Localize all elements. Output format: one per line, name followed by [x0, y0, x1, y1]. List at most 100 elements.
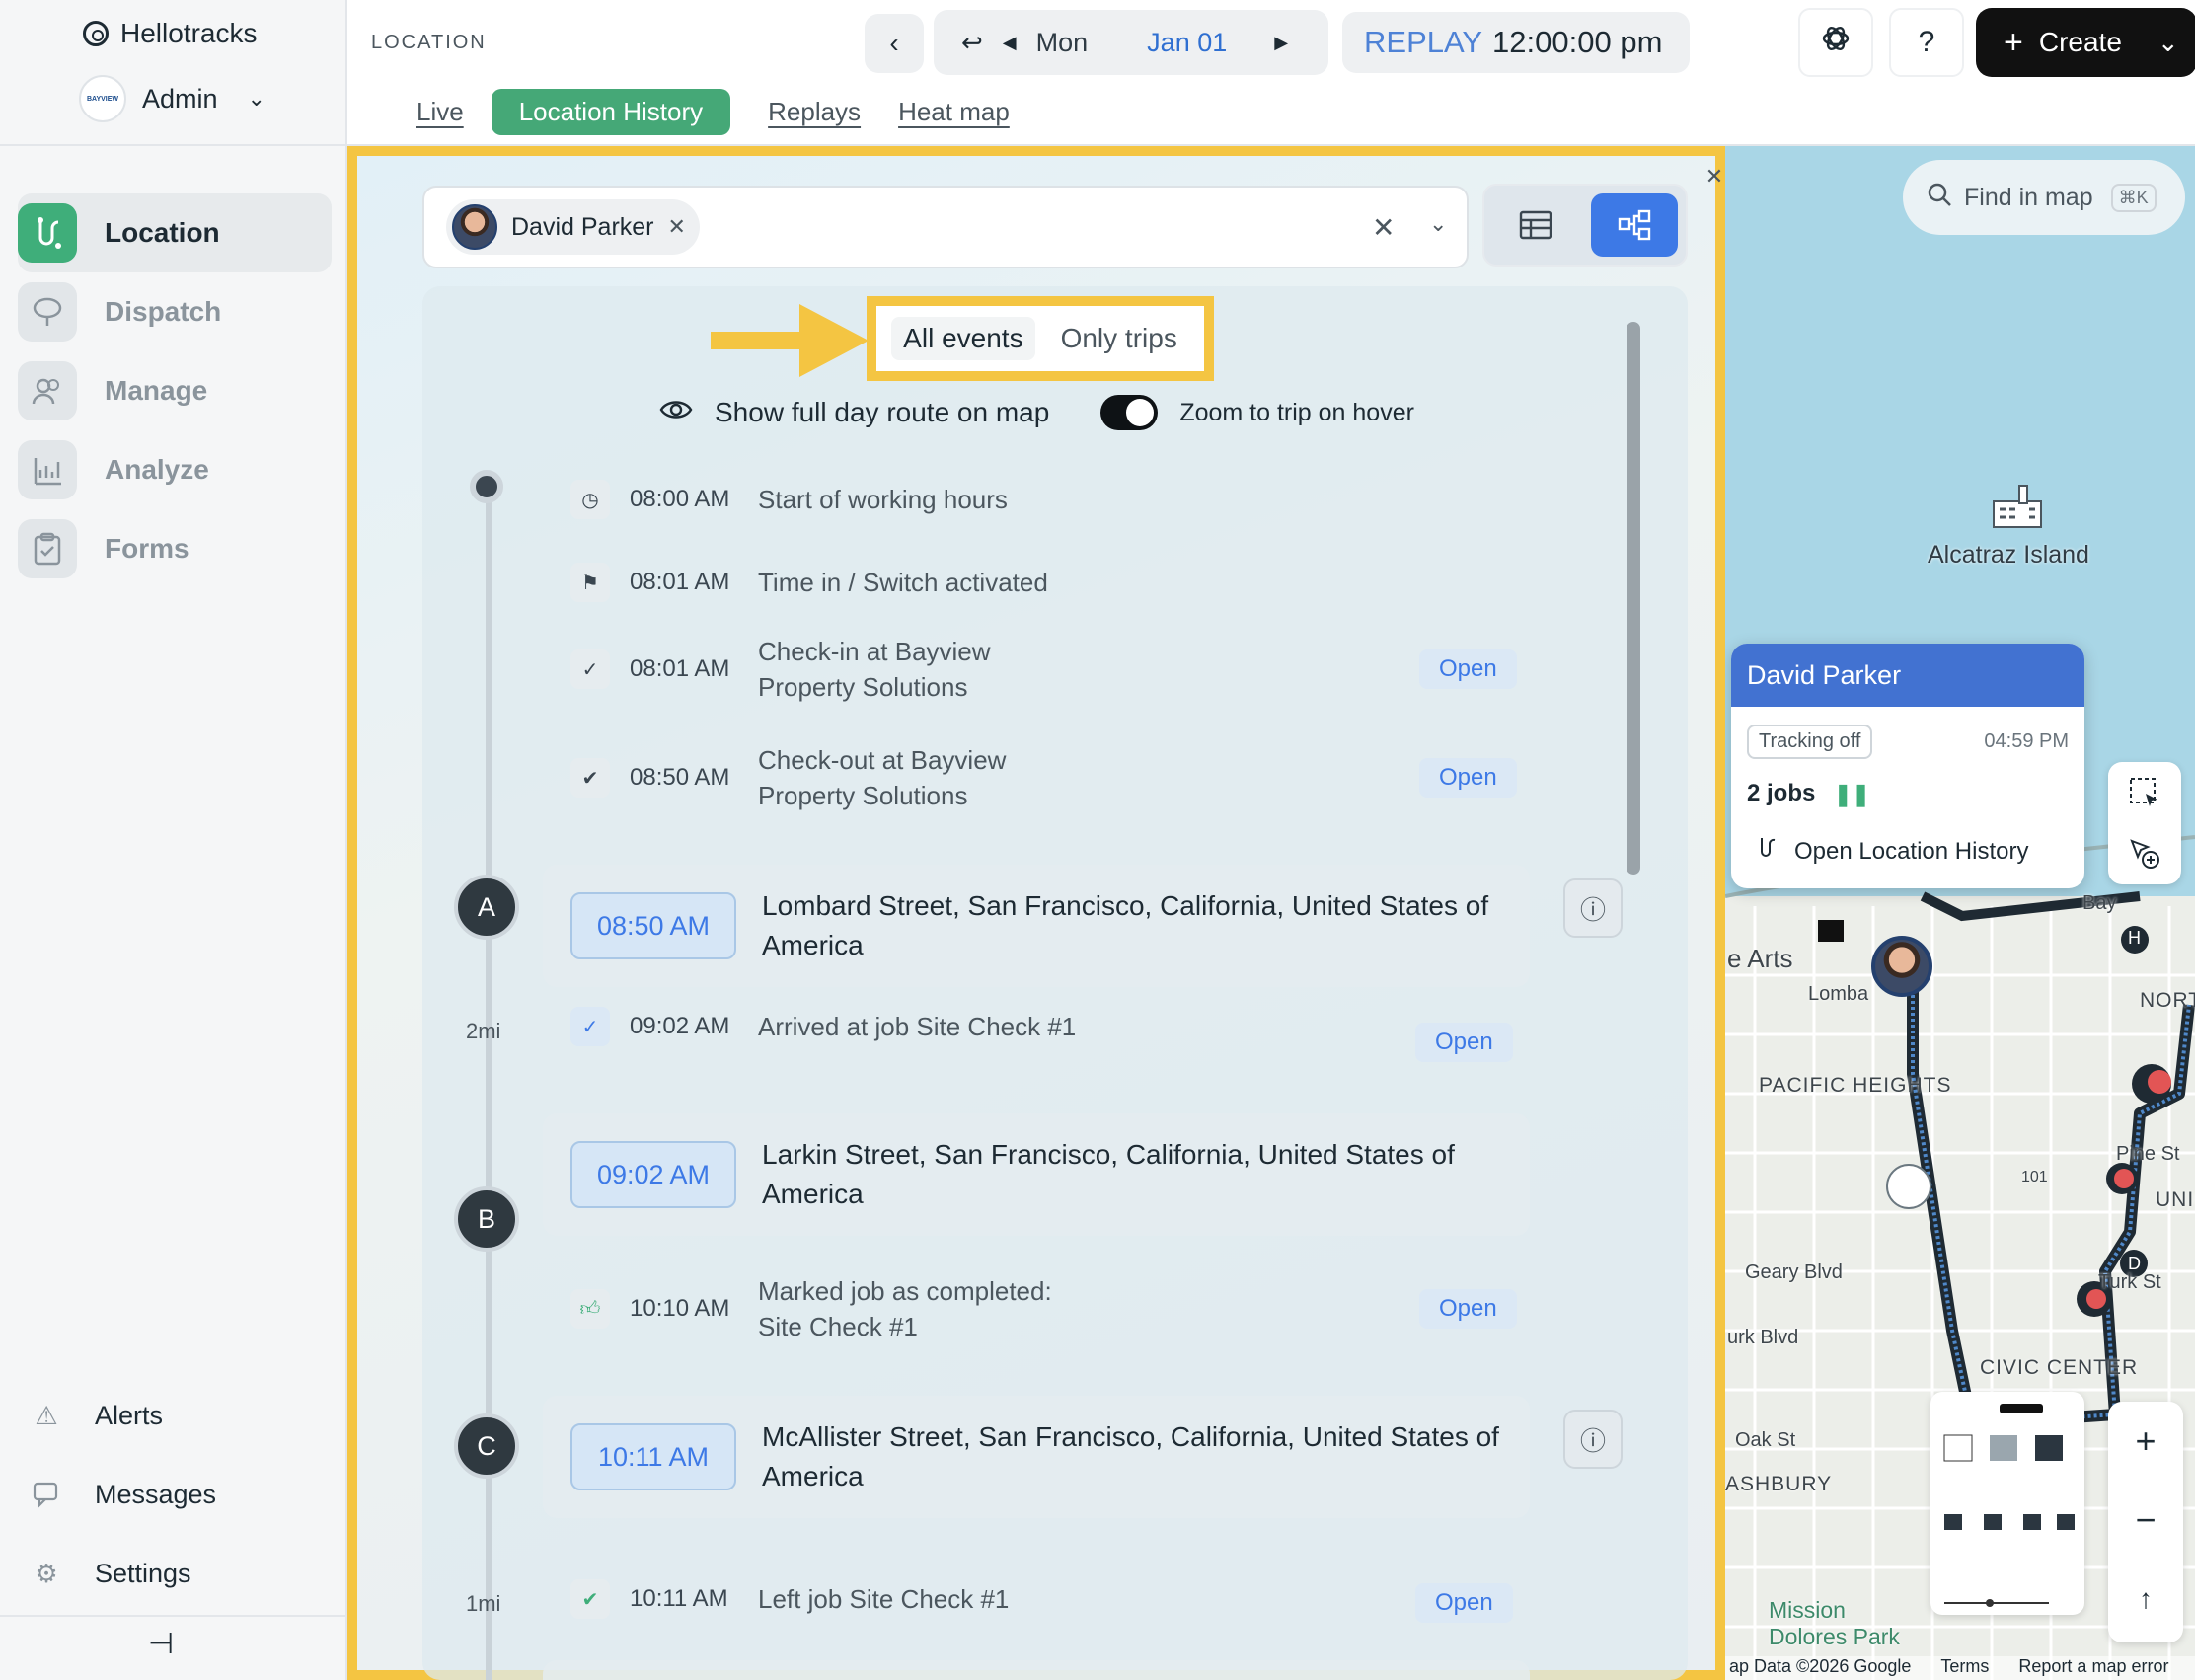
eye-icon[interactable]	[659, 397, 693, 428]
next-day-caret-icon[interactable]: ▶	[1274, 33, 1288, 53]
secondary-nav: ⚠ Alerts Messages ⚙ Settings	[32, 1376, 328, 1613]
chevron-down-icon[interactable]: ⌄	[1429, 211, 1447, 237]
sidebar-item-manage[interactable]: Manage	[18, 351, 332, 430]
scrollbar[interactable]	[1627, 322, 1640, 875]
report-error-link[interactable]: Report a map error	[2018, 1656, 2168, 1680]
map-marker-label: D	[2128, 1254, 2141, 1273]
help-button[interactable]: ?	[1889, 8, 1964, 77]
open-location-history-link[interactable]: Open Location History	[1757, 835, 2028, 868]
double-check-icon: ✔	[570, 758, 610, 798]
stop-address: Larkin Street, San Francisco, California…	[762, 1139, 1455, 1209]
events-timeline[interactable]: All events Only trips Show full day rout…	[422, 286, 1688, 1680]
open-event-button[interactable]: Open	[1415, 1583, 1513, 1623]
open-event-button[interactable]: Open	[1419, 1289, 1517, 1329]
sidebar-item-analyze[interactable]: Analyze	[18, 430, 332, 509]
brand[interactable]: Hellotracks	[83, 18, 257, 49]
check-icon: ✓	[570, 1007, 610, 1046]
zoom-on-hover-toggle[interactable]	[1100, 395, 1159, 430]
selected-user-name: David Parker	[511, 212, 654, 241]
table-view-button[interactable]	[1492, 193, 1579, 257]
main-nav: Location Dispatch Manage Analyze Forms	[18, 193, 332, 588]
select-area-icon[interactable]	[2108, 762, 2181, 823]
replay-time[interactable]: REPLAY 12:00:00 pm	[1342, 12, 1690, 73]
highlight-arrow-icon	[711, 304, 869, 377]
remove-user-icon[interactable]: ✕	[668, 214, 686, 240]
map-street-label: e Arts	[1727, 944, 1793, 973]
user-map-marker[interactable]	[1871, 936, 1932, 997]
sidebar-item-alerts[interactable]: ⚠ Alerts	[32, 1376, 328, 1455]
info-icon: ⓘ	[1579, 894, 1606, 925]
stop-card[interactable]: 10:11 AM McAllister Street, San Francisc…	[543, 1396, 1530, 1518]
stop-card[interactable]: 09:02 AM Larkin Street, San Francisco, C…	[543, 1113, 1530, 1236]
zoom-in-button[interactable]: +	[2108, 1402, 2183, 1481]
tab-heat-map[interactable]: Heat map	[898, 91, 1010, 133]
map-street-label: Lomba	[1808, 983, 1869, 1005]
highway-shield-label: 101	[2021, 1169, 2048, 1185]
sidebar-item-dispatch[interactable]: Dispatch	[18, 272, 332, 351]
hierarchy-icon	[1618, 209, 1651, 241]
popup-time: 04:59 PM	[1984, 730, 2069, 752]
hellotracks-logo-icon	[83, 21, 109, 46]
filter-only-trips[interactable]: Only trips	[1049, 317, 1189, 360]
map-zoom-controls: + − ↑	[2108, 1402, 2183, 1642]
timeline-view-button[interactable]	[1591, 193, 1678, 257]
create-button[interactable]: + Create ⌄	[1976, 8, 2195, 77]
selected-user-chip[interactable]: David Parker ✕	[446, 199, 700, 255]
sidebar-item-settings[interactable]: ⚙ Settings	[32, 1534, 328, 1613]
info-button[interactable]: ⓘ	[1563, 1410, 1623, 1469]
sidebar-item-messages[interactable]: Messages	[32, 1455, 328, 1534]
zoom-on-hover-label: Zoom to trip on hover	[1179, 398, 1414, 426]
stop-card[interactable]: 08:50 AM Lombard Street, San Francisco, …	[543, 865, 1530, 987]
reset-day-icon[interactable]: ↩	[961, 28, 983, 58]
date-value[interactable]: Jan 01	[1147, 28, 1227, 58]
clear-selection-icon[interactable]: ✕	[1372, 211, 1395, 244]
sidebar-item-label: Settings	[95, 1558, 191, 1588]
map-search[interactable]: Find in map ⌘K	[1903, 160, 2185, 235]
map-selection-tools	[2108, 762, 2181, 884]
show-route-label[interactable]: Show full day route on map	[715, 397, 1049, 428]
ai-assistant-button[interactable]	[1798, 8, 1873, 77]
zoom-out-button[interactable]: −	[2108, 1481, 2183, 1560]
prev-day-caret-icon[interactable]: ◀	[1003, 33, 1017, 53]
timeline-event: ✓ 08:01 AM Check-in at Bayview Property …	[570, 634, 1557, 705]
popup-link-label: Open Location History	[1794, 837, 2029, 865]
collapse-sidebar-icon[interactable]: ⊣	[148, 1627, 174, 1661]
stop-time[interactable]: 10:11 AM	[570, 1423, 736, 1490]
date-picker[interactable]: ↩ ◀ Mon Jan 01 ▶	[934, 10, 1328, 75]
map-view[interactable]: Find in map ⌘K Alcatraz Island e Arts Lo…	[1725, 146, 2195, 1680]
event-text: Left job Site Check #1	[758, 1584, 1010, 1614]
filter-all-events[interactable]: All events	[891, 317, 1035, 360]
open-event-button[interactable]: Open	[1419, 649, 1517, 689]
stop-time[interactable]: 08:50 AM	[570, 892, 736, 959]
timeline-event: ✔ 08:50 AM Check-out at Bayview Property…	[570, 742, 1557, 813]
map-neighborhood-label: CIVIC CENTER	[1980, 1356, 2139, 1379]
info-button[interactable]: ⓘ	[1563, 878, 1623, 938]
tab-bar: Live Location History Replays Heat map	[416, 89, 1010, 135]
tab-replays[interactable]: Replays	[768, 91, 861, 133]
create-label: Create	[2038, 27, 2122, 57]
sidebar-item-location[interactable]: Location	[18, 193, 332, 272]
tab-location-history[interactable]: Location History	[491, 89, 731, 135]
trip-distance: 1mi	[466, 1591, 501, 1616]
north-arrow-icon[interactable]: ↑	[2108, 1560, 2183, 1639]
stop-time[interactable]: 09:02 AM	[570, 1141, 736, 1208]
chevron-down-icon: ⌄	[247, 86, 265, 111]
tab-live[interactable]: Live	[416, 91, 464, 133]
sidebar-item-forms[interactable]: Forms	[18, 509, 332, 588]
user-picker[interactable]: David Parker ✕ ✕ ⌄	[422, 186, 1469, 268]
timeline-line	[486, 474, 492, 1680]
popup-jobs: 2 jobs	[1747, 780, 1816, 806]
open-event-button[interactable]: Open	[1419, 758, 1517, 798]
sidebar-item-label: Manage	[105, 375, 208, 406]
terms-link[interactable]: Terms	[1940, 1656, 1989, 1680]
stop-card[interactable]	[543, 1660, 1530, 1680]
map-attribution: ap Data ©2026 Google Terms Report a map …	[1725, 1656, 2195, 1680]
account-switcher[interactable]: BAYVIEW Admin ⌄	[79, 75, 265, 122]
timeline-event: ◷ 08:00 AM Start of working hours	[570, 480, 1557, 519]
previous-day-button[interactable]: ‹	[865, 14, 924, 73]
close-icon[interactable]: ✕	[1702, 164, 1727, 190]
open-event-button[interactable]: Open	[1415, 1023, 1513, 1062]
add-point-icon[interactable]	[2108, 823, 2181, 884]
map-style-picker[interactable]	[1930, 1392, 2084, 1615]
event-text: Time in / Switch activated	[758, 568, 1048, 597]
